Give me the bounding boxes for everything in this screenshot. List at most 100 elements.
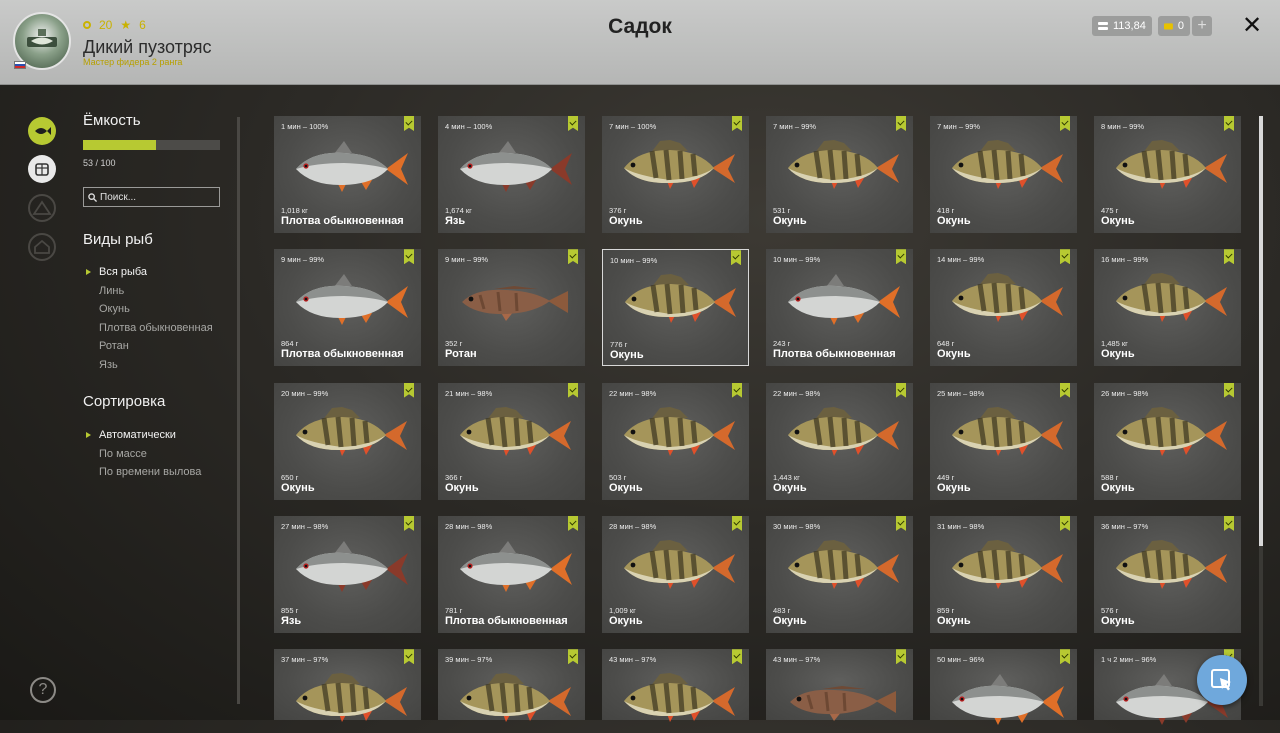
- fish-card[interactable]: 7 мин – 99% 531 г Окунь: [766, 116, 913, 233]
- search-input[interactable]: Поиск...: [83, 187, 220, 207]
- fish-card[interactable]: 7 мин – 99% 418 г Окунь: [930, 116, 1077, 233]
- camp-tab-icon[interactable]: [28, 194, 56, 222]
- fish-card[interactable]: 16 мин – 99% 1,485 кг Окунь: [1094, 249, 1241, 367]
- species-option[interactable]: Вся рыба: [83, 263, 223, 282]
- keep-badge-icon: [1224, 249, 1234, 265]
- fish-name: Окунь: [1101, 614, 1135, 627]
- fish-name: Окунь: [1101, 348, 1135, 361]
- fish-card[interactable]: 22 мин – 98% 1,443 кг Окунь: [766, 382, 913, 500]
- home-tab-icon[interactable]: [28, 233, 56, 261]
- keep-badge-icon: [1224, 116, 1234, 131]
- fish-icon: [35, 127, 51, 135]
- fish-card[interactable]: 14 мин – 99% 648 г Окунь: [930, 249, 1077, 367]
- fish-weight: 1,485 кг: [1101, 339, 1128, 349]
- scrollbar-thumb[interactable]: [1259, 116, 1263, 546]
- fish-weight: 483 г: [773, 605, 791, 615]
- fish-name: Окунь: [609, 215, 643, 227]
- fish-card[interactable]: 21 мин – 98% 366 г Окунь: [438, 382, 585, 500]
- fish-card[interactable]: 30 мин – 98% 483 г Окунь: [766, 515, 913, 633]
- fish-weight: 1,009 кг: [609, 605, 636, 615]
- fish-weight: 352 г: [445, 339, 463, 349]
- perch-fish-icon: [624, 406, 735, 456]
- search-icon: [88, 192, 97, 202]
- species-option[interactable]: Окунь: [83, 300, 223, 319]
- fish-card[interactable]: 22 мин – 98% 503 г Окунь: [602, 382, 749, 500]
- fish-tab-icon[interactable]: [28, 117, 56, 145]
- cursor-mode-button[interactable]: [1197, 655, 1247, 705]
- fish-card[interactable]: 28 мин – 98% 781 г Плотва обыкновенная: [438, 515, 585, 633]
- fish-card[interactable]: 9 мин – 99% 864 г Плотва обыкновенная: [274, 249, 421, 367]
- fish-card[interactable]: 36 мин – 97% 576 г Окунь: [1094, 515, 1241, 633]
- perch-fish-icon: [624, 539, 735, 589]
- fish-card[interactable]: 7 мин – 100% 376 г Окунь: [602, 116, 749, 233]
- fish-card[interactable]: 4 мин – 100% 1,674 кг Язь: [438, 116, 585, 233]
- russia-flag-icon: [14, 61, 26, 69]
- fish-card[interactable]: 1 мин – 100% 1,018 кг Плотва обыкновенная: [274, 116, 421, 233]
- perch-fish-icon: [1116, 140, 1227, 189]
- sort-option[interactable]: Автоматически: [83, 426, 223, 445]
- help-button[interactable]: ?: [30, 677, 56, 703]
- money-stack-icon: [1098, 22, 1108, 30]
- roach-fish-icon: [460, 540, 572, 592]
- fish-name: Окунь: [1101, 481, 1135, 494]
- fish-card[interactable]: 43 мин – 97%: [766, 649, 913, 722]
- species-option[interactable]: Плотва обыкновенная: [83, 319, 223, 338]
- fish-card[interactable]: 9 мин – 99% 352 г Ротан: [438, 249, 585, 367]
- add-currency-button[interactable]: +: [1192, 16, 1212, 36]
- sort-option[interactable]: По массе: [83, 445, 223, 464]
- capacity-bar: [83, 140, 220, 150]
- species-option[interactable]: Линь: [83, 282, 223, 301]
- perch-fish-icon: [1116, 273, 1227, 323]
- fish-card[interactable]: 27 мин – 98% 855 г Язь: [274, 515, 421, 633]
- keepnet-icon: [35, 163, 49, 176]
- fish-name: Окунь: [773, 614, 807, 627]
- ide-fish-icon: [296, 540, 408, 592]
- fish-name: Окунь: [281, 481, 315, 494]
- page-title: Садок: [608, 15, 672, 38]
- fish-card[interactable]: 31 мин – 98% 859 г Окунь: [930, 515, 1077, 633]
- fish-name: Плотва обыкновенная: [773, 348, 896, 361]
- fish-card[interactable]: 8 мин – 99% 475 г Окунь: [1094, 116, 1241, 233]
- catch-time: 39 мин – 97%: [445, 655, 493, 665]
- perch-fish-icon: [788, 539, 899, 589]
- species-option[interactable]: Ротан: [83, 337, 223, 356]
- catch-time: 30 мин – 98%: [773, 521, 821, 531]
- species-option[interactable]: Язь: [83, 356, 223, 375]
- capacity-text: 53 / 100: [83, 158, 116, 168]
- perch-fish-icon: [460, 673, 571, 723]
- roach-fish-icon: [296, 274, 408, 326]
- fish-card[interactable]: 20 мин – 99% 650 г Окунь: [274, 382, 421, 500]
- fish-weight: 859 г: [937, 605, 955, 615]
- fish-card[interactable]: 43 мин – 97%: [602, 649, 749, 723]
- fish-card[interactable]: 10 мин – 99% 776 г Окунь: [602, 249, 749, 367]
- close-button[interactable]: ✕: [1240, 14, 1264, 38]
- fish-card[interactable]: 39 мин – 97%: [438, 649, 585, 723]
- rotan-fish-icon: [462, 286, 568, 322]
- keepnet-tab-icon[interactable]: [28, 155, 56, 183]
- fish-weight: 366 г: [445, 472, 463, 482]
- fish-card[interactable]: 26 мин – 98% 588 г Окунь: [1094, 382, 1241, 500]
- keep-badge-icon: [404, 649, 414, 665]
- fish-card[interactable]: 25 мин – 98% 449 г Окунь: [930, 382, 1077, 500]
- fish-name: Окунь: [609, 614, 643, 627]
- roach-fish-icon: [952, 674, 1064, 726]
- coins-count: 20: [99, 18, 113, 32]
- fish-card[interactable]: 37 мин – 97%: [274, 649, 421, 723]
- fish-card[interactable]: 50 мин – 96%: [930, 649, 1077, 726]
- fish-weight: 449 г: [937, 472, 955, 482]
- stars-count: 6: [139, 18, 146, 32]
- sort-option[interactable]: По времени вылова: [83, 463, 223, 482]
- pointer-icon: [1211, 669, 1231, 691]
- fish-card[interactable]: 10 мин – 99% 243 г Плотва обыкновенная: [766, 249, 913, 367]
- perch-fish-icon: [296, 673, 407, 723]
- catch-time: 22 мин – 98%: [609, 388, 657, 398]
- gold-value: 0: [1177, 20, 1184, 32]
- catch-time: 28 мин – 98%: [609, 521, 657, 531]
- roach-fish-icon: [296, 141, 408, 192]
- ide-fish-icon: [460, 141, 572, 192]
- fish-card[interactable]: 28 мин – 98% 1,009 кг Окунь: [602, 515, 749, 633]
- species-filter-list: Вся рыба Линь Окунь Плотва обыкновенная Рота…: [83, 263, 223, 374]
- catch-time: 1 ч 2 мин – 96%: [1101, 655, 1157, 665]
- fish-weight: 1,674 кг: [445, 206, 472, 215]
- perch-fish-icon: [296, 406, 407, 456]
